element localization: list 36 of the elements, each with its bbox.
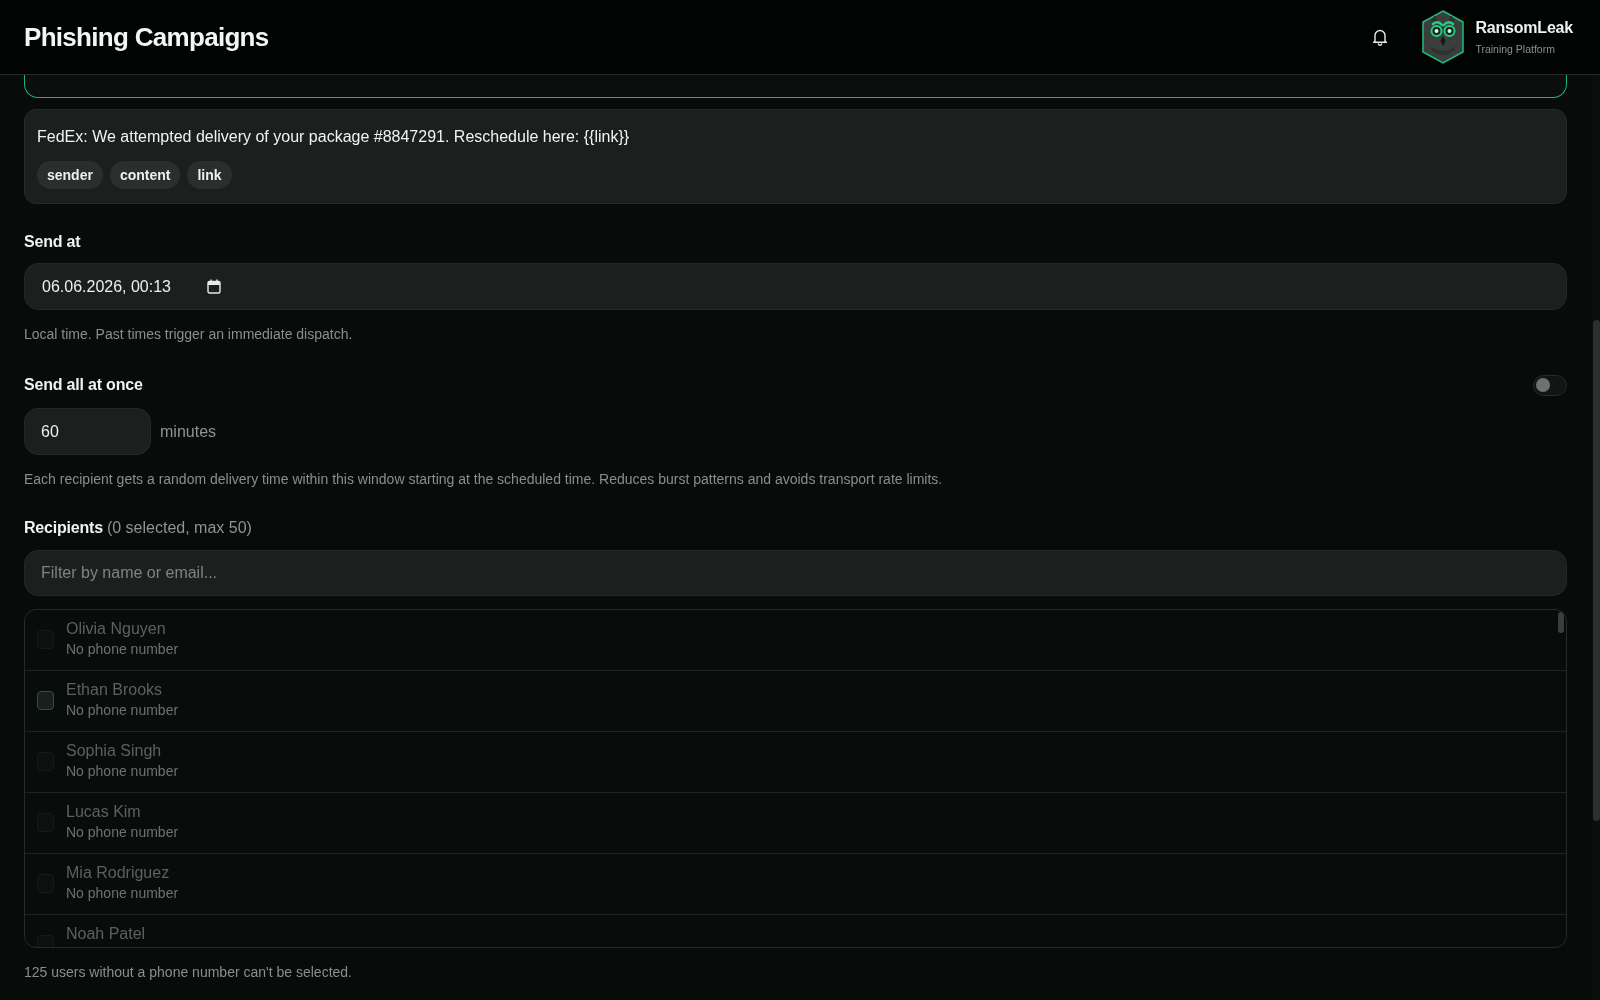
recipient-name: Noah Patel bbox=[66, 924, 146, 944]
filter-field[interactable]: Filter by name or email... bbox=[24, 550, 1567, 596]
date-time-field[interactable]: 06.06.2026, 00:13 bbox=[24, 263, 1567, 310]
scrollbar-thumb[interactable] bbox=[1558, 612, 1564, 633]
tag-chip[interactable]: content bbox=[109, 161, 181, 189]
recipient-name: Lucas Kim bbox=[66, 802, 142, 822]
unit-label: minutes bbox=[160, 422, 217, 441]
scrollbar-thumb[interactable] bbox=[1593, 320, 1600, 821]
recipient-name: Sophia Singh bbox=[66, 741, 163, 761]
tag-chip[interactable]: link bbox=[187, 161, 232, 189]
recipient-detail: No phone number bbox=[66, 884, 179, 903]
footnote-text: 125 users without a phone number can't be selected. bbox=[24, 963, 353, 982]
recipient-detail: No phone number bbox=[66, 823, 179, 842]
owl-logo-icon bbox=[1422, 10, 1465, 64]
recipient-name: Ethan Brooks bbox=[66, 680, 164, 700]
tag-chip[interactable]: sender bbox=[37, 161, 103, 189]
recipient-name: Olivia Nguyen bbox=[66, 619, 167, 639]
field-label: Send all at once bbox=[24, 375, 143, 395]
brand-tagline: Training Platform bbox=[1475, 43, 1556, 55]
field-label: Send at bbox=[24, 232, 82, 252]
brand-name: RansomLeak bbox=[1475, 19, 1573, 37]
number-field[interactable]: 60 bbox=[24, 408, 151, 455]
message-text: FedEx: We attempted delivery of your package #8847291. Reschedule here: {{link}} bbox=[37, 127, 631, 147]
recipient-name: Mia Rodriguez bbox=[66, 863, 171, 883]
hint-text: Local time. Past times trigger an immediate dispatch. bbox=[24, 325, 354, 344]
selection-count: (0 selected, max 50) bbox=[106, 519, 252, 537]
calendar-icon[interactable] bbox=[207, 279, 221, 294]
select-field[interactable] bbox=[24, 75, 1567, 98]
field-label: Recipients bbox=[24, 518, 103, 538]
recipient-detail: No phone number bbox=[66, 762, 179, 781]
page-title: Phishing Campaigns bbox=[24, 21, 269, 53]
bell-icon[interactable] bbox=[1372, 28, 1389, 46]
toggle-switch[interactable] bbox=[1533, 374, 1567, 396]
recipient-detail: No phone number bbox=[66, 640, 179, 659]
recipient-detail: No phone number bbox=[66, 701, 179, 720]
hint-text: Each recipient gets a random delivery time within this window starting at the scheduled time. Reduces burst patterns and avoids transport rate limits. bbox=[24, 470, 944, 489]
